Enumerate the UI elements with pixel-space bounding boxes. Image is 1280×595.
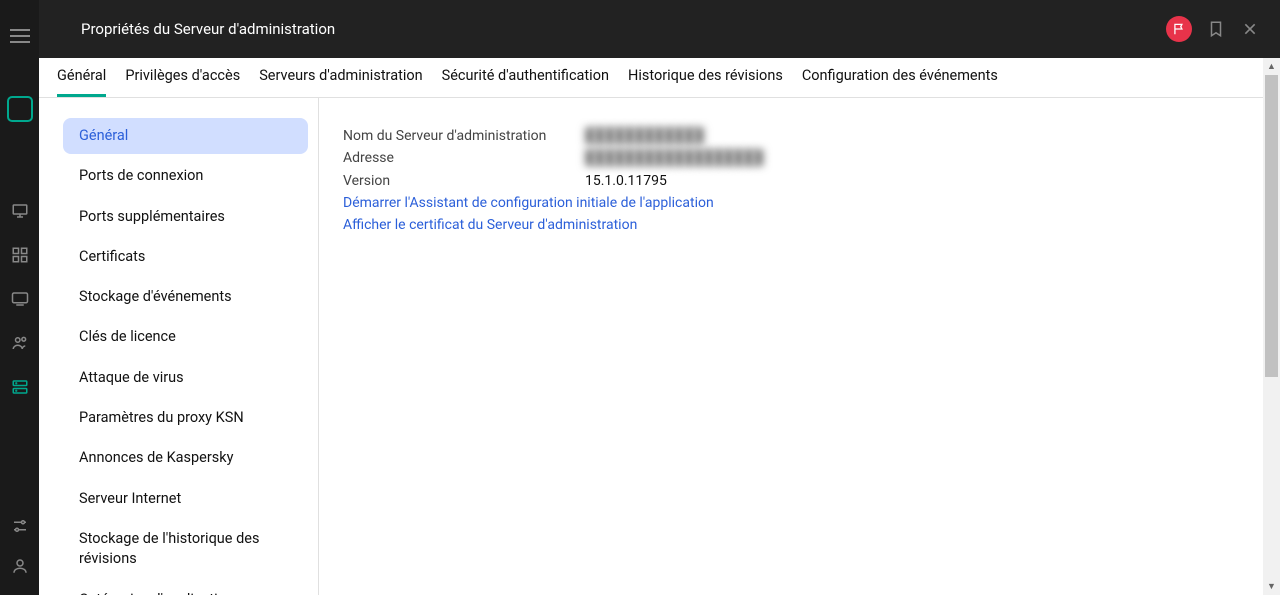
row-address: Adresse ██████████████████	[343, 148, 1256, 168]
tab-privileges[interactable]: Privilèges d'accès	[125, 57, 240, 97]
sidebar-item-general[interactable]: Général	[63, 118, 308, 154]
scrollbar-up-arrow[interactable]: ▲	[1263, 58, 1280, 75]
titlebar: Propriétés du Serveur d'administration	[39, 0, 1280, 58]
tab-admin-servers[interactable]: Serveurs d'administration	[259, 57, 422, 97]
app-logo	[7, 96, 33, 122]
nav-icon-grid[interactable]	[11, 246, 29, 264]
link-show-certificate[interactable]: Afficher le certificat du Serveur d'admi…	[343, 215, 1256, 235]
tabbar: Général Privilèges d'accès Serveurs d'ad…	[39, 58, 1280, 98]
scrollbar-down-arrow[interactable]: ▼	[1263, 578, 1280, 595]
app-left-rail	[0, 0, 39, 595]
row-version: Version 15.1.0.11795	[343, 171, 1256, 191]
nav-icon-monitor[interactable]	[11, 202, 29, 220]
menu-icon[interactable]	[10, 26, 30, 46]
flag-icon	[1172, 22, 1186, 36]
bookmark-button[interactable]	[1206, 19, 1226, 39]
sidebar-item-connection-ports[interactable]: Ports de connexion	[63, 158, 308, 194]
sidebar-item-kaspersky-announcements[interactable]: Annonces de Kaspersky	[63, 440, 308, 476]
close-button[interactable]	[1240, 19, 1260, 39]
scrollbar-track[interactable]	[1263, 75, 1280, 578]
tab-auth-security[interactable]: Sécurité d'authentification	[442, 57, 609, 97]
flag-button[interactable]	[1166, 16, 1192, 42]
link-start-wizard[interactable]: Démarrer l'Assistant de configuration in…	[343, 193, 1256, 213]
sidebar-item-ksn-proxy[interactable]: Paramètres du proxy KSN	[63, 400, 308, 436]
nav-icon-user[interactable]	[11, 557, 29, 575]
sidebar-item-event-storage[interactable]: Stockage d'événements	[63, 279, 308, 315]
window-title: Propriétés du Serveur d'administration	[81, 20, 335, 38]
main-panel: Propriétés du Serveur d'administration G…	[39, 0, 1280, 595]
sidebar-item-web-server[interactable]: Serveur Internet	[63, 481, 308, 517]
tab-event-config[interactable]: Configuration des événements	[802, 57, 998, 97]
tab-general[interactable]: Général	[57, 57, 106, 97]
value-address: ██████████████████	[585, 148, 764, 168]
scrollbar-thumb[interactable]	[1265, 75, 1278, 377]
sidebar: Général Ports de connexion Ports supplém…	[39, 98, 319, 595]
sidebar-item-license-keys[interactable]: Clés de licence	[63, 319, 308, 355]
nav-icon-server[interactable]	[11, 378, 29, 396]
label-address: Adresse	[343, 148, 585, 168]
sidebar-item-additional-ports[interactable]: Ports supplémentaires	[63, 199, 308, 235]
value-server-name: ████████████	[585, 126, 704, 146]
nav-icon-settings-slider[interactable]	[11, 517, 29, 535]
sidebar-item-certificates[interactable]: Certificats	[63, 239, 308, 275]
sidebar-item-revision-storage[interactable]: Stockage de l'historique des révisions	[63, 521, 308, 578]
scrollbar-vertical[interactable]: ▲ ▼	[1263, 58, 1280, 595]
label-server-name: Nom du Serveur d'administration	[343, 126, 585, 146]
value-version: 15.1.0.11795	[585, 171, 667, 191]
bookmark-icon	[1207, 20, 1225, 38]
label-version: Version	[343, 171, 585, 191]
content-area: Général Ports de connexion Ports supplém…	[39, 98, 1280, 595]
detail-panel: Nom du Serveur d'administration ████████…	[319, 98, 1280, 595]
tab-revision-history[interactable]: Historique des révisions	[628, 57, 783, 97]
nav-icon-users[interactable]	[11, 334, 29, 352]
row-server-name: Nom du Serveur d'administration ████████…	[343, 126, 1256, 146]
sidebar-item-virus-outbreak[interactable]: Attaque de virus	[63, 360, 308, 396]
sidebar-item-app-categories[interactable]: Catégories d'applications	[63, 582, 308, 595]
nav-icon-device[interactable]	[11, 290, 29, 308]
close-icon	[1242, 21, 1258, 37]
